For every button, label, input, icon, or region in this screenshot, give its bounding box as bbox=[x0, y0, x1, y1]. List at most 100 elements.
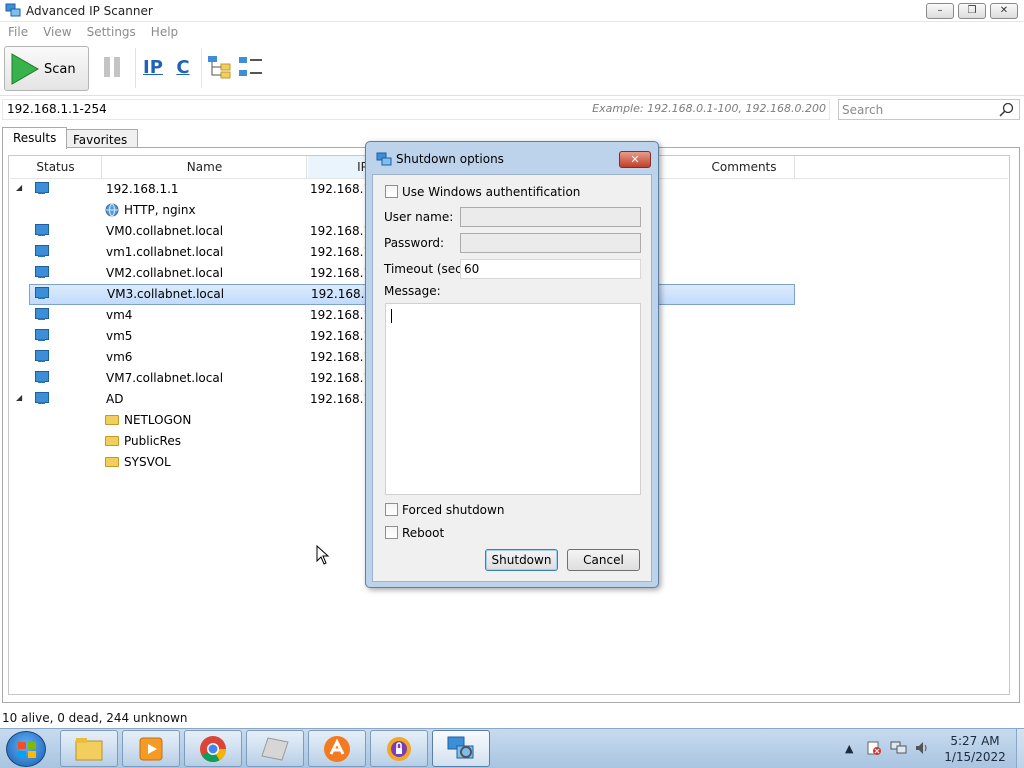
search-icon[interactable] bbox=[999, 102, 1014, 117]
row-name: 192.168.1.1 bbox=[106, 182, 179, 196]
collapse-all-button[interactable] bbox=[238, 54, 264, 80]
tab-favorites[interactable]: Favorites bbox=[62, 129, 139, 148]
globe-icon bbox=[105, 203, 119, 217]
use-windows-auth-checkbox[interactable] bbox=[385, 185, 398, 198]
timeout-label: Timeout (sec): bbox=[384, 262, 471, 276]
title-bar: Advanced IP Scanner – ❒ ✕ bbox=[0, 0, 1024, 22]
taskbar-app[interactable] bbox=[246, 730, 304, 767]
row-name: vm1.collabnet.local bbox=[106, 245, 224, 259]
network-tree-icon bbox=[208, 56, 231, 79]
volume-icon[interactable] bbox=[914, 740, 930, 756]
windows-logo-icon bbox=[18, 742, 36, 758]
folder-icon bbox=[105, 415, 119, 425]
reboot-checkbox[interactable] bbox=[385, 526, 398, 539]
taskbar-avast[interactable] bbox=[308, 730, 366, 767]
row-name: VM0.collabnet.local bbox=[106, 224, 224, 238]
computer-icon bbox=[34, 287, 49, 300]
forced-shutdown-label[interactable]: Forced shutdown bbox=[402, 503, 504, 517]
tab-results[interactable]: Results bbox=[2, 127, 68, 149]
forced-shutdown-checkbox[interactable] bbox=[385, 503, 398, 516]
computer-icon bbox=[34, 371, 49, 384]
ip-range-button[interactable]: IP bbox=[140, 54, 166, 80]
row-name: AD bbox=[106, 392, 124, 406]
row-name: SYSVOL bbox=[124, 455, 171, 469]
pause-button[interactable] bbox=[99, 54, 125, 80]
search-input[interactable]: Search bbox=[838, 99, 1020, 120]
scan-button[interactable]: Scan bbox=[4, 46, 89, 91]
row-name: vm6 bbox=[106, 350, 133, 364]
text-caret bbox=[391, 309, 392, 323]
action-center-icon[interactable] bbox=[866, 740, 882, 756]
computer-icon bbox=[34, 350, 49, 363]
start-button[interactable] bbox=[6, 731, 46, 767]
row-name: VM2.collabnet.local bbox=[106, 266, 224, 280]
column-header-name[interactable]: Name bbox=[103, 156, 307, 178]
shutdown-button[interactable]: Shutdown bbox=[485, 549, 558, 571]
clock-date: 1/15/2022 bbox=[944, 750, 1006, 764]
play-icon bbox=[11, 53, 40, 85]
menu-settings[interactable]: Settings bbox=[79, 22, 143, 39]
menu-view[interactable]: View bbox=[35, 22, 78, 39]
avast-icon bbox=[324, 735, 350, 762]
maximize-button[interactable]: ❒ bbox=[958, 3, 986, 19]
ip-range-example: Example: 192.168.0.1-100, 192.168.0.200 bbox=[592, 102, 826, 115]
pause-icon bbox=[104, 57, 120, 77]
clock-time: 5:27 AM bbox=[950, 734, 1000, 748]
expand-all-button[interactable] bbox=[207, 54, 233, 80]
list-tree-icon bbox=[239, 57, 262, 76]
row-name: vm4 bbox=[106, 308, 133, 322]
username-label: User name: bbox=[384, 210, 454, 224]
media-player-icon bbox=[139, 737, 163, 760]
row-name: VM7.collabnet.local bbox=[106, 371, 224, 385]
vpn-icon bbox=[387, 736, 411, 761]
mouse-cursor-icon bbox=[316, 545, 330, 565]
toolbar-divider bbox=[135, 48, 136, 88]
taskbar-clock[interactable]: 5:27 AM 1/15/2022 bbox=[938, 733, 1012, 765]
row-name: NETLOGON bbox=[124, 413, 192, 427]
collapse-arrow-icon[interactable]: ◢ bbox=[16, 393, 22, 402]
message-label: Message: bbox=[384, 284, 441, 298]
dialog-body: Use Windows authentification User name: … bbox=[372, 174, 652, 582]
taskbar-media-player[interactable] bbox=[122, 730, 180, 767]
taskbar-ip-scanner[interactable] bbox=[432, 730, 490, 767]
folder-icon bbox=[105, 457, 119, 467]
search-placeholder: Search bbox=[842, 103, 884, 117]
app-icon bbox=[261, 736, 289, 761]
show-desktop-button[interactable] bbox=[1016, 729, 1024, 768]
network-icon[interactable] bbox=[890, 740, 908, 756]
computer-icon bbox=[34, 245, 49, 258]
taskbar-vpn[interactable] bbox=[370, 730, 428, 767]
menu-file[interactable]: File bbox=[0, 22, 35, 39]
reboot-label[interactable]: Reboot bbox=[402, 526, 444, 540]
status-bar-text: 10 alive, 0 dead, 244 unknown bbox=[2, 711, 188, 725]
taskbar-chrome[interactable] bbox=[184, 730, 242, 767]
column-header-comments[interactable]: Comments bbox=[694, 156, 795, 178]
message-textarea[interactable] bbox=[385, 303, 641, 495]
row-name: VM3.collabnet.local bbox=[107, 287, 225, 301]
show-hidden-icons[interactable]: ▲ bbox=[845, 742, 853, 755]
file-explorer-icon bbox=[75, 737, 103, 760]
row-name: PublicRes bbox=[124, 434, 181, 448]
column-header-status[interactable]: Status bbox=[10, 156, 102, 178]
row-name: vm5 bbox=[106, 329, 133, 343]
menu-help[interactable]: Help bbox=[143, 22, 185, 39]
ip-scanner-icon bbox=[447, 736, 474, 758]
app-icon bbox=[376, 152, 392, 166]
row-name: HTTP, nginx bbox=[124, 203, 196, 217]
close-button[interactable]: ✕ bbox=[990, 3, 1018, 19]
app-icon bbox=[5, 3, 21, 18]
minimize-button[interactable]: – bbox=[926, 3, 954, 19]
toolbar-divider bbox=[201, 48, 202, 88]
use-windows-auth-label[interactable]: Use Windows authentification bbox=[402, 185, 580, 199]
dialog-close-button[interactable]: ✕ bbox=[619, 151, 651, 168]
toolbar: Scan IP C bbox=[0, 42, 1024, 96]
username-field[interactable] bbox=[460, 207, 641, 227]
password-field[interactable] bbox=[460, 233, 641, 253]
timeout-field[interactable]: 60 bbox=[460, 259, 641, 279]
collapse-arrow-icon[interactable]: ◢ bbox=[16, 183, 22, 192]
taskbar-file-explorer[interactable] bbox=[60, 730, 118, 767]
class-c-button[interactable]: C bbox=[170, 54, 196, 80]
folder-icon bbox=[105, 436, 119, 446]
cancel-button[interactable]: Cancel bbox=[567, 549, 640, 571]
dialog-title: Shutdown options bbox=[396, 152, 504, 166]
